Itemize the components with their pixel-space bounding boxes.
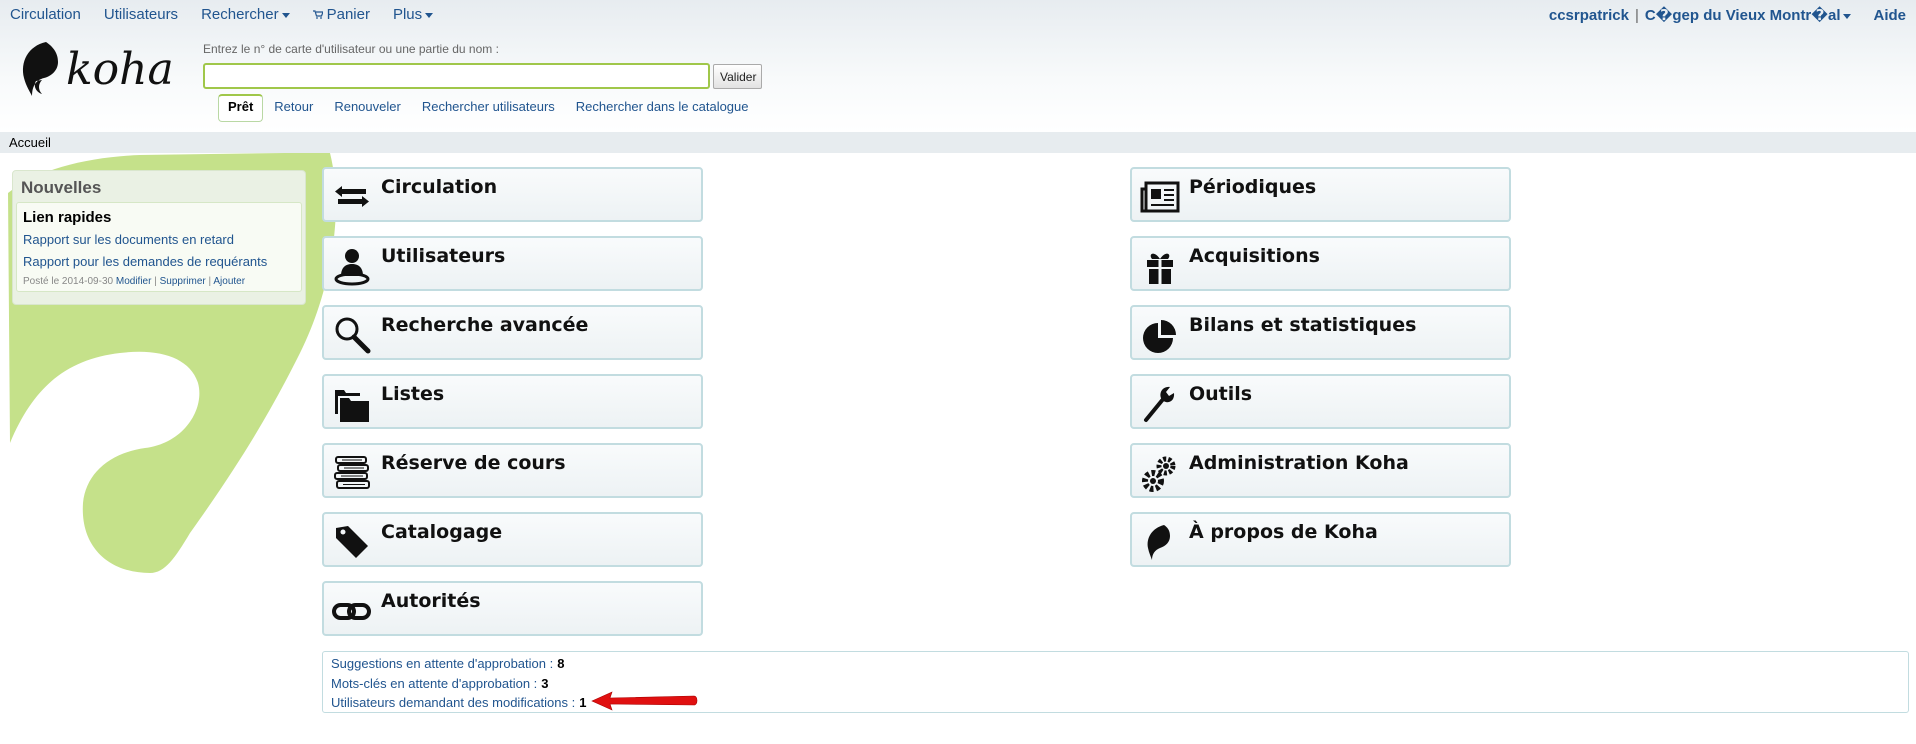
newspaper-icon bbox=[1140, 181, 1180, 213]
pending-colon: : bbox=[545, 656, 554, 671]
pending-count: 3 bbox=[541, 675, 549, 691]
news-action-separator: | bbox=[154, 276, 157, 287]
pending-count: 8 bbox=[557, 656, 565, 671]
pie-chart-icon bbox=[1143, 320, 1176, 353]
news-title: Lien rapides bbox=[23, 209, 112, 226]
tab-pret[interactable]: Prêt bbox=[218, 94, 264, 122]
caret-down-icon bbox=[1843, 13, 1852, 19]
nav-circulation[interactable]: Circulation bbox=[10, 6, 81, 23]
pending-colon: : bbox=[530, 675, 538, 691]
tab-renouveler[interactable]: Renouveler bbox=[324, 94, 411, 120]
module-listes[interactable]: Listes bbox=[322, 374, 703, 429]
module-label: Administration Koha bbox=[1189, 452, 1409, 474]
module-reserve-de-cours[interactable]: Réserve de cours bbox=[322, 443, 703, 498]
news-posted-date: Posté le 2014-09-30 bbox=[23, 276, 114, 287]
module-label: À propos de Koha bbox=[1189, 521, 1378, 543]
module-a-propos-koha[interactable]: À propos de Koha bbox=[1130, 512, 1511, 567]
module-label: Bilans et statistiques bbox=[1189, 314, 1417, 336]
module-label: Catalogage bbox=[381, 521, 503, 543]
help-link[interactable]: Aide bbox=[1873, 7, 1906, 24]
nav-rechercher[interactable]: Rechercher bbox=[201, 6, 290, 23]
module-label: Outils bbox=[1189, 383, 1253, 405]
user-menu: ccsrpatrick | C�gep du Vieux Montr�al Ai… bbox=[1549, 6, 1906, 25]
news-delete-link[interactable]: Supprimer bbox=[160, 276, 206, 287]
wrench-icon bbox=[1144, 386, 1175, 422]
news-item: Lien rapides Rapport sur les documents e… bbox=[16, 202, 302, 292]
koha-logo[interactable]: koha bbox=[18, 40, 178, 100]
svg-text:koha: koha bbox=[66, 44, 174, 95]
nav-panier-label: Panier bbox=[326, 6, 370, 23]
nav-plus-label: Plus bbox=[392, 6, 423, 23]
news-action-separator: | bbox=[208, 276, 212, 287]
red-arrow-annotation bbox=[591, 691, 698, 711]
module-circulation[interactable]: Circulation bbox=[322, 167, 703, 222]
user-separator: | bbox=[1634, 6, 1639, 24]
module-label: Circulation bbox=[381, 176, 498, 198]
patron-search-input[interactable] bbox=[203, 63, 710, 89]
patron-icon bbox=[334, 249, 370, 286]
module-catalogage[interactable]: Catalogage bbox=[322, 512, 703, 567]
module-label: Listes bbox=[381, 383, 445, 405]
gears-icon bbox=[1142, 456, 1176, 492]
pending-row-patron-modifications: Utilisateurs demandant des modifications… bbox=[331, 693, 1900, 713]
module-outils[interactable]: Outils bbox=[1130, 374, 1511, 429]
search-tabs: Prêt Retour Renouveler Rechercher utilis… bbox=[218, 94, 760, 122]
pending-row-suggestions: Suggestions en attente d'approbation :8 bbox=[331, 654, 1900, 674]
pending-suggestions-link[interactable]: Suggestions en attente d'approbation bbox=[331, 656, 546, 671]
pending-tags-link[interactable]: Mots-clés en attente d'approbation bbox=[331, 676, 530, 691]
module-label: Recherche avancée bbox=[381, 314, 589, 336]
header: Circulation Utilisateurs Rechercher Pani… bbox=[0, 0, 1916, 132]
nav-panier[interactable]: Panier bbox=[312, 6, 370, 23]
nav-rechercher-label: Rechercher bbox=[201, 6, 279, 23]
caret-down-icon bbox=[425, 12, 434, 18]
module-acquisitions[interactable]: Acquisitions bbox=[1130, 236, 1511, 291]
breadcrumb-home: Accueil bbox=[9, 135, 51, 150]
pending-row-tags: Mots-clés en attente d'approbation :3 bbox=[331, 674, 1900, 694]
module-administration-koha[interactable]: Administration Koha bbox=[1130, 443, 1511, 498]
search-submit-button[interactable]: Valider bbox=[713, 64, 762, 89]
module-autorites[interactable]: Autorités bbox=[322, 581, 703, 636]
logged-in-user[interactable]: ccsrpatrick bbox=[1549, 7, 1629, 24]
library-selector[interactable]: C�gep du Vieux Montr�al bbox=[1645, 6, 1852, 24]
gift-icon bbox=[1147, 253, 1173, 284]
module-label: Réserve de cours bbox=[381, 452, 566, 474]
caret-down-icon bbox=[281, 12, 290, 18]
pending-colon: : bbox=[568, 695, 576, 710]
tag-icon bbox=[336, 526, 368, 558]
news-panel: Nouvelles Lien rapides Rapport sur les d… bbox=[12, 170, 306, 305]
nav-utilisateurs[interactable]: Utilisateurs bbox=[104, 6, 178, 23]
breadcrumb: Accueil bbox=[0, 132, 1916, 153]
books-stack-icon bbox=[334, 456, 370, 489]
news-link-requests-report[interactable]: Rapport pour les demandes de requérants bbox=[23, 254, 295, 269]
module-bilans-statistiques[interactable]: Bilans et statistiques bbox=[1130, 305, 1511, 360]
tab-rechercher-catalogue[interactable]: Rechercher dans le catalogue bbox=[566, 94, 759, 120]
news-link-overdue-report[interactable]: Rapport sur les documents en retard bbox=[23, 232, 295, 247]
tab-retour[interactable]: Retour bbox=[264, 94, 323, 120]
news-heading: Nouvelles bbox=[21, 178, 102, 197]
library-name: C�gep du Vieux Montr�al bbox=[1644, 7, 1841, 24]
top-navigation: Circulation Utilisateurs Rechercher Pani… bbox=[10, 6, 456, 23]
search-label: Entrez le n° de carte d'utilisateur ou u… bbox=[203, 42, 499, 56]
tab-rechercher-utilisateurs[interactable]: Rechercher utilisateurs bbox=[412, 94, 565, 120]
news-meta: Posté le 2014-09-30 Modifier | Supprimer… bbox=[23, 276, 295, 287]
pending-requests-panel: Suggestions en attente d'approbation :8 … bbox=[322, 651, 1909, 713]
news-edit-link[interactable]: Modifier bbox=[116, 276, 152, 287]
nav-plus[interactable]: Plus bbox=[392, 6, 434, 23]
module-periodiques[interactable]: Périodiques bbox=[1130, 167, 1511, 222]
module-label: Utilisateurs bbox=[381, 245, 506, 267]
module-label: Autorités bbox=[381, 590, 481, 612]
news-add-link[interactable]: Ajouter bbox=[213, 276, 245, 287]
module-label: Acquisitions bbox=[1189, 245, 1320, 267]
pending-patron-modifications-link[interactable]: Utilisateurs demandant des modifications bbox=[331, 695, 568, 710]
chain-link-icon bbox=[332, 603, 371, 620]
module-recherche-avancee[interactable]: Recherche avancée bbox=[322, 305, 703, 360]
module-label: Périodiques bbox=[1189, 176, 1317, 198]
cart-icon bbox=[312, 10, 324, 19]
koha-leaf-icon bbox=[1147, 525, 1170, 560]
module-utilisateurs[interactable]: Utilisateurs bbox=[322, 236, 703, 291]
folders-icon bbox=[335, 390, 369, 422]
pending-count: 1 bbox=[579, 695, 587, 710]
circulation-arrows-icon bbox=[335, 186, 369, 207]
magnifier-icon bbox=[335, 317, 371, 354]
